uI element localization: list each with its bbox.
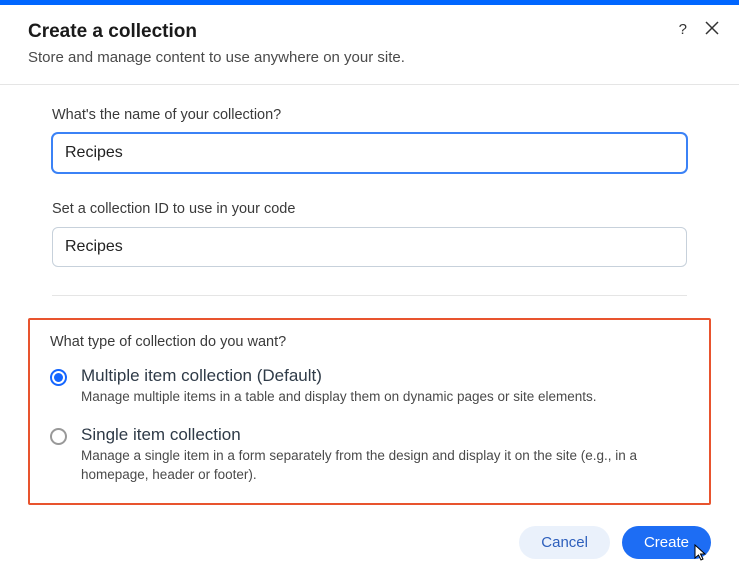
radio-text: Single item collection Manage a single i… xyxy=(81,425,689,485)
radio-option-multiple[interactable]: Multiple item collection (Default) Manag… xyxy=(50,366,689,407)
dialog-subtitle: Store and manage content to use anywhere… xyxy=(28,49,711,66)
close-icon[interactable] xyxy=(703,19,721,40)
dialog-header: Create a collection Store and manage con… xyxy=(0,5,739,85)
radio-option-single[interactable]: Single item collection Manage a single i… xyxy=(50,425,689,485)
id-field-group: Set a collection ID to use in your code xyxy=(28,201,711,267)
collection-id-input[interactable] xyxy=(52,227,687,267)
header-icons: ? xyxy=(677,19,721,40)
cancel-button[interactable]: Cancel xyxy=(519,526,610,559)
radio-title: Single item collection xyxy=(81,425,689,445)
collection-name-input[interactable] xyxy=(52,133,687,173)
section-divider xyxy=(52,295,687,296)
help-icon[interactable]: ? xyxy=(677,20,689,39)
radio-title: Multiple item collection (Default) xyxy=(81,366,689,386)
type-label: What type of collection do you want? xyxy=(50,334,689,350)
dialog-title: Create a collection xyxy=(28,21,711,43)
dialog-footer: Cancel Create xyxy=(519,526,711,559)
radio-desc: Manage multiple items in a table and dis… xyxy=(81,388,689,407)
name-label: What's the name of your collection? xyxy=(52,107,687,123)
radio-icon xyxy=(50,369,67,386)
radio-text: Multiple item collection (Default) Manag… xyxy=(81,366,689,407)
radio-desc: Manage a single item in a form separatel… xyxy=(81,447,689,485)
dialog-content: What's the name of your collection? Set … xyxy=(0,85,739,505)
collection-type-section: What type of collection do you want? Mul… xyxy=(28,318,711,505)
name-field-group: What's the name of your collection? xyxy=(28,107,711,173)
id-label: Set a collection ID to use in your code xyxy=(52,201,687,217)
create-button[interactable]: Create xyxy=(622,526,711,559)
radio-icon xyxy=(50,428,67,445)
